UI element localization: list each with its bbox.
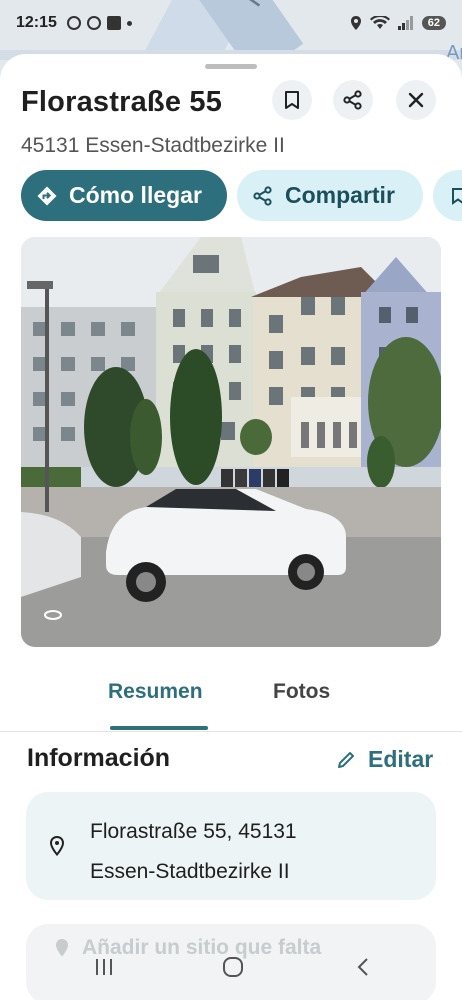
signal-icon bbox=[397, 16, 413, 30]
status-bar: 12:15 62 bbox=[0, 0, 462, 46]
directions-label: Cómo llegar bbox=[69, 182, 202, 208]
share-icon bbox=[253, 185, 272, 206]
address-text: Florastraße 55, 45131 Essen-Stadtbezirke… bbox=[90, 812, 297, 892]
checkbox-notification-icon bbox=[106, 16, 121, 30]
tab-fotos[interactable]: Fotos bbox=[273, 680, 330, 704]
tab-resumen[interactable]: Resumen bbox=[108, 680, 203, 704]
status-time: 12:15 bbox=[16, 14, 57, 31]
app-notification-icon bbox=[86, 16, 101, 30]
place-tabs: Resumen Fotos bbox=[0, 674, 462, 732]
drag-handle[interactable] bbox=[205, 64, 257, 69]
share-icon bbox=[343, 90, 362, 110]
active-tab-indicator bbox=[110, 726, 208, 730]
directions-button[interactable]: Cómo llegar bbox=[21, 170, 227, 221]
more-notifications-dot-icon bbox=[126, 20, 132, 26]
directions-icon bbox=[37, 186, 57, 205]
street-view-image bbox=[21, 237, 441, 647]
address-card[interactable]: Florastraße 55, 45131 Essen-Stadtbezirke… bbox=[26, 792, 436, 900]
save-button[interactable] bbox=[272, 80, 312, 120]
save-action-button[interactable] bbox=[433, 170, 462, 221]
close-icon bbox=[408, 92, 424, 108]
location-status-icon bbox=[350, 16, 361, 30]
recent-apps-icon[interactable] bbox=[93, 956, 115, 978]
check-circle-icon bbox=[66, 16, 81, 30]
share-header-button[interactable] bbox=[333, 80, 373, 120]
action-buttons-row: Cómo llegar Compartir bbox=[21, 170, 462, 221]
edit-label: Editar bbox=[368, 746, 434, 772]
wifi-icon bbox=[369, 16, 390, 29]
system-navigation-bar bbox=[0, 940, 462, 1000]
share-label: Compartir bbox=[285, 182, 395, 208]
pencil-icon bbox=[338, 751, 354, 768]
address-line-1: Florastraße 55, 45131 bbox=[90, 820, 297, 843]
edit-button[interactable]: Editar bbox=[336, 746, 433, 773]
place-title: Florastraße 55 bbox=[21, 86, 223, 118]
battery-indicator: 62 bbox=[421, 16, 446, 30]
place-subtitle: 45131 Essen-Stadtbezirke II bbox=[21, 134, 285, 157]
back-icon[interactable] bbox=[355, 956, 371, 978]
share-button[interactable]: Compartir bbox=[237, 170, 423, 221]
address-line-2: Essen-Stadtbezirke II bbox=[90, 860, 290, 883]
notification-icons bbox=[66, 16, 132, 30]
street-view-photo[interactable] bbox=[21, 237, 441, 647]
close-button[interactable] bbox=[396, 80, 436, 120]
place-bottom-sheet: Florastraße 55 45131 Essen-Stadtbezirke … bbox=[0, 54, 462, 1000]
system-icons: 62 bbox=[350, 16, 446, 30]
info-heading: Información bbox=[27, 744, 171, 772]
bookmark-icon bbox=[452, 187, 462, 205]
location-pin-icon bbox=[49, 836, 65, 856]
bookmark-icon bbox=[285, 91, 299, 109]
home-icon[interactable] bbox=[222, 956, 244, 978]
